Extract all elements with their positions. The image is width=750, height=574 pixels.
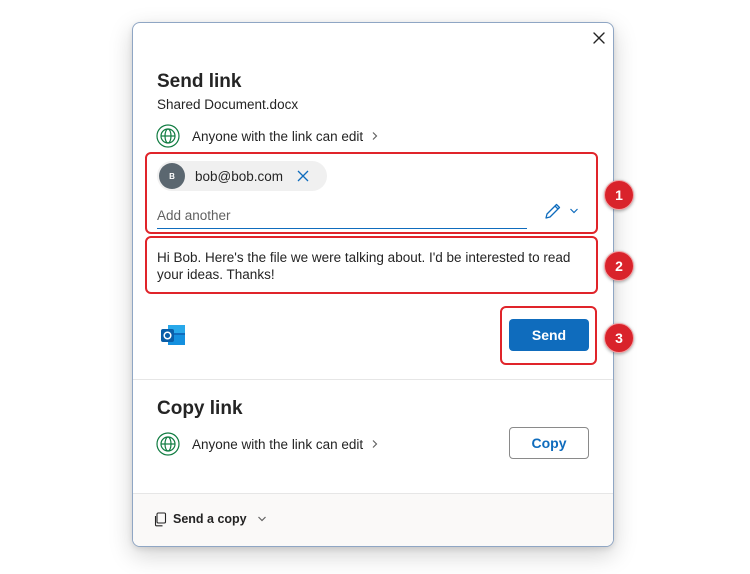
globe-icon: [156, 432, 180, 456]
annotation-box-send: [500, 306, 597, 365]
outlook-icon[interactable]: [159, 321, 187, 349]
chevron-right-icon: [371, 131, 379, 141]
permission-text: Anyone with the link can edit: [192, 128, 364, 144]
copy-link-title: Copy link: [157, 398, 243, 419]
send-a-copy-label: Send a copy: [173, 512, 247, 526]
annotation-box-recipients: [145, 152, 598, 234]
annotation-badge-1: 1: [604, 180, 634, 210]
send-link-permission-settings[interactable]: Anyone with the link can edit: [156, 123, 379, 149]
chevron-down-icon: [257, 515, 267, 523]
copy-button[interactable]: Copy: [509, 427, 589, 459]
send-a-copy-button[interactable]: Send a copy: [153, 509, 267, 529]
copy-document-icon: [154, 511, 167, 526]
footer-divider: [133, 493, 613, 494]
permission-text: Anyone with the link can edit: [192, 436, 364, 452]
annotation-badge-3: 3: [604, 323, 634, 353]
copy-link-permission-settings[interactable]: Anyone with the link can edit: [156, 431, 379, 457]
document-name: Shared Document.docx: [157, 97, 299, 112]
close-icon: [593, 32, 605, 44]
dialog-footer: Send a copy: [133, 493, 613, 546]
globe-icon: [156, 124, 180, 148]
send-link-title: Send link: [157, 71, 242, 92]
chevron-right-icon: [371, 439, 379, 449]
section-divider: [133, 379, 613, 380]
annotation-badge-2: 2: [604, 251, 634, 281]
annotation-box-message: [145, 236, 598, 294]
close-button[interactable]: [588, 27, 610, 49]
